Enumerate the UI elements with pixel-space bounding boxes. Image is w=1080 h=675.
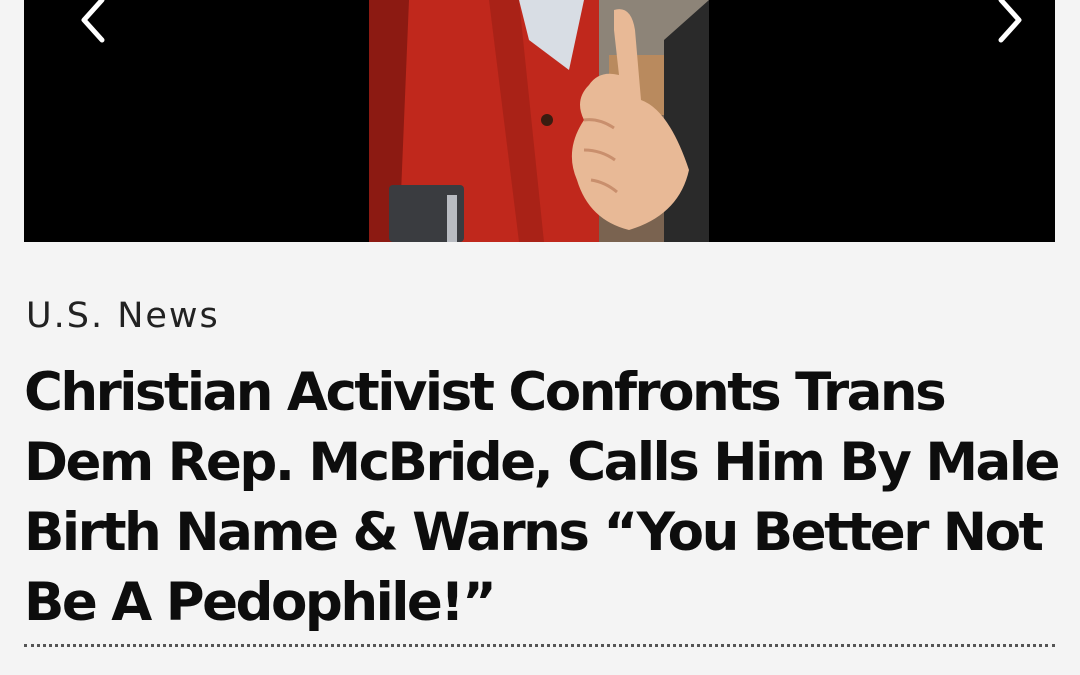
dotted-divider bbox=[24, 644, 1055, 647]
chevron-left-icon bbox=[81, 0, 105, 43]
hero-photo-illustration bbox=[369, 0, 709, 242]
article-hero-image[interactable] bbox=[369, 0, 709, 242]
article-category-link[interactable]: U.S. News bbox=[26, 297, 220, 336]
article-hero-media bbox=[24, 0, 1055, 242]
article-headline[interactable]: Christian Activist Confronts Trans Dem R… bbox=[24, 358, 1064, 638]
carousel-prev-button[interactable] bbox=[44, 0, 114, 48]
chevron-right-icon bbox=[998, 0, 1022, 43]
carousel-next-button[interactable] bbox=[971, 0, 1041, 48]
